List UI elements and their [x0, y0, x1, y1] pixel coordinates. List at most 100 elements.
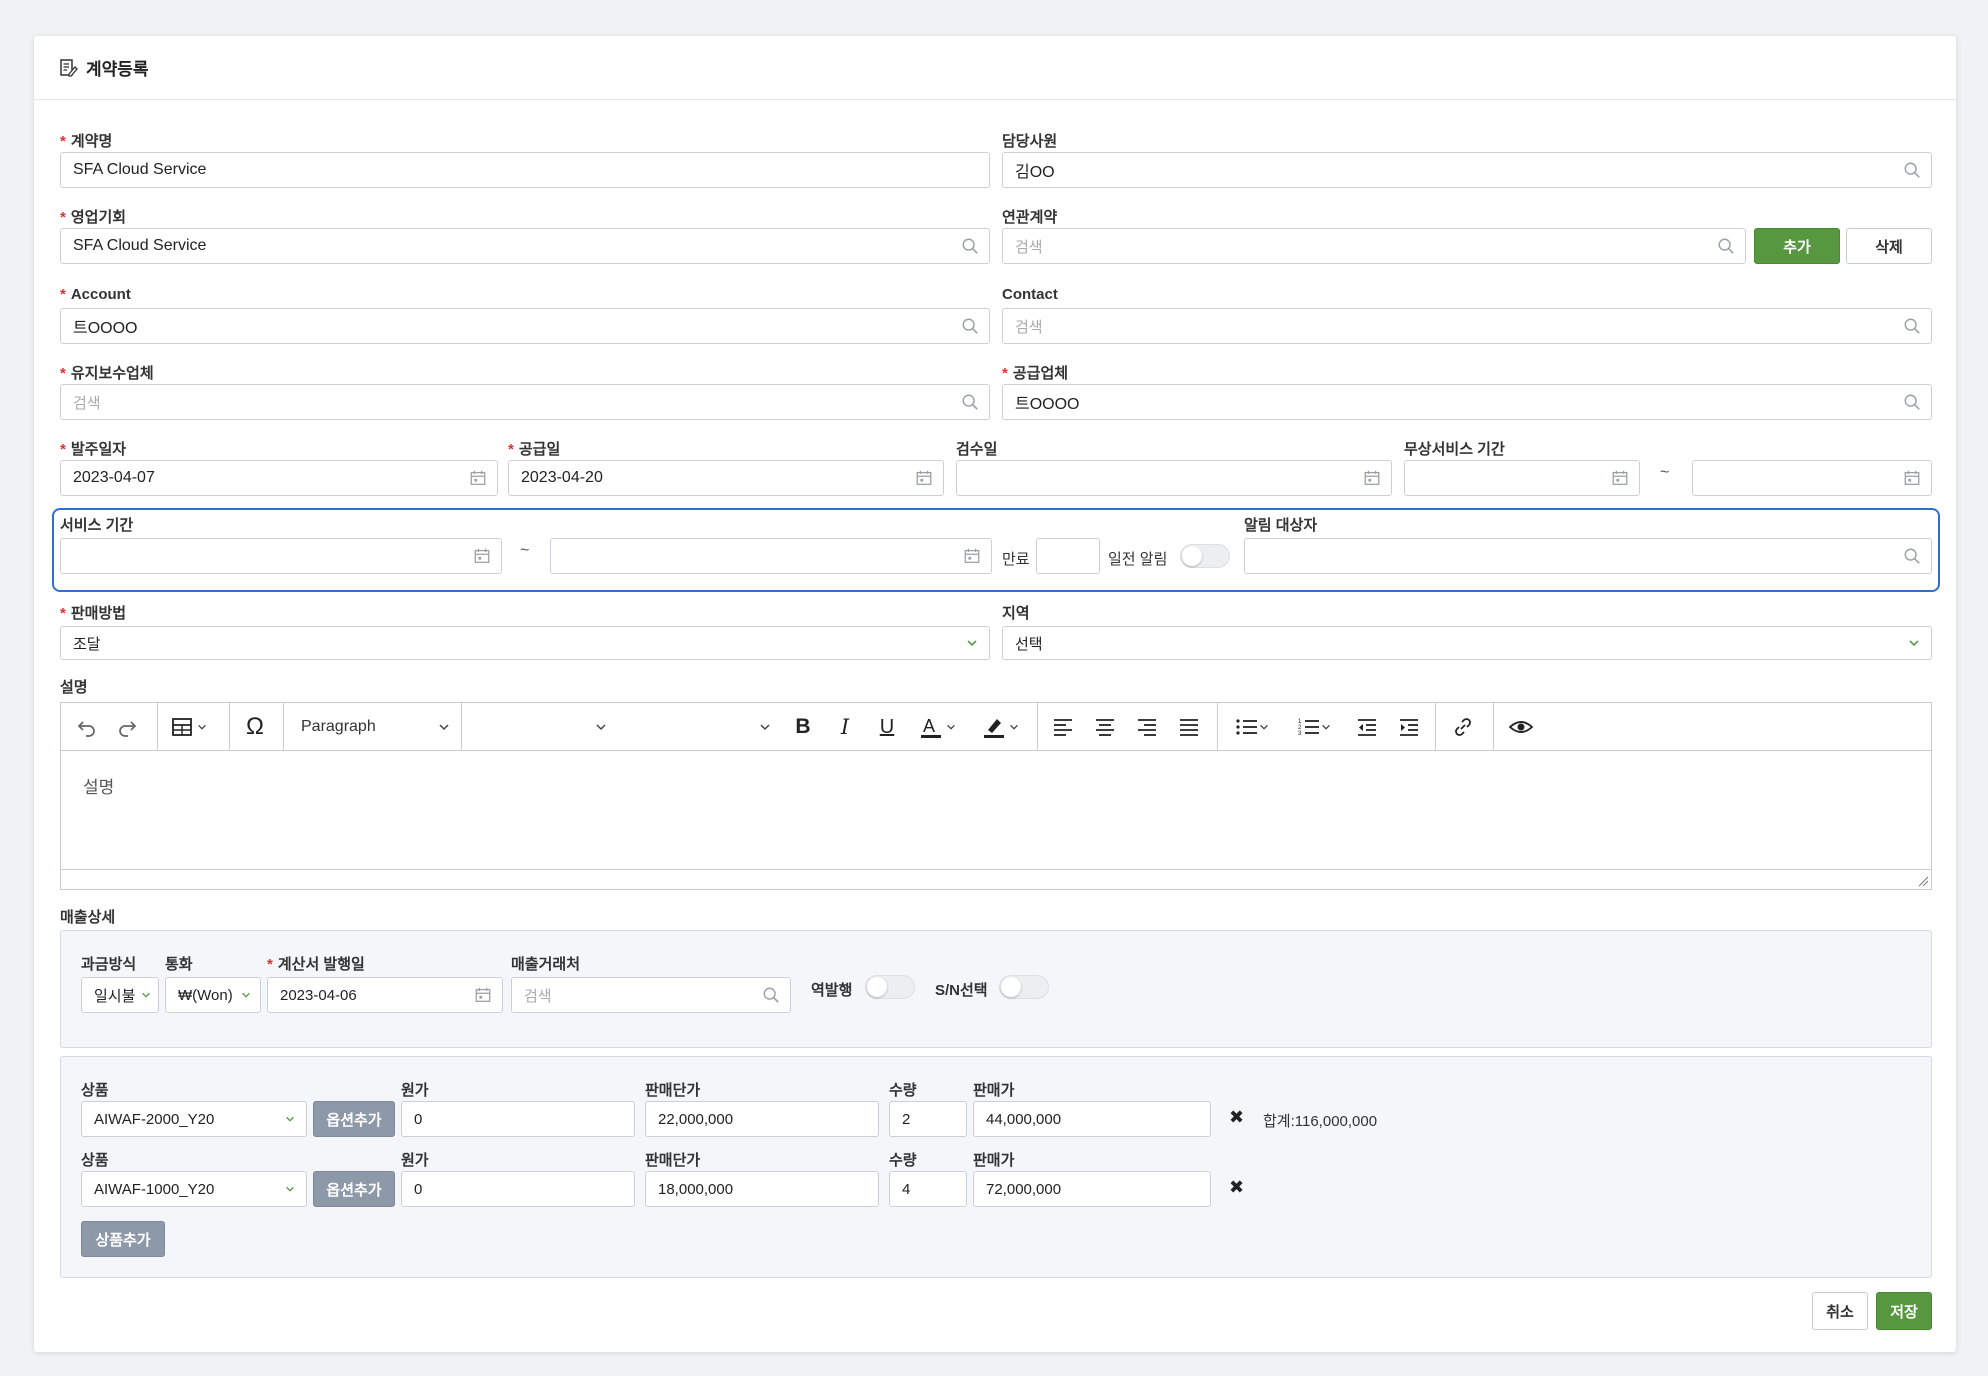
product-select[interactable]: AIWAF-2000_Y20 — [81, 1101, 307, 1137]
billing-select[interactable]: 일시불 — [81, 977, 159, 1013]
calendar-icon[interactable] — [1903, 469, 1921, 487]
search-icon[interactable] — [961, 317, 979, 335]
alert-target-label: 알림 대상자 — [1244, 517, 1318, 534]
sale-price-input[interactable]: 72,000,000 — [973, 1171, 1211, 1207]
align-center-icon[interactable] — [1087, 703, 1123, 751]
link-icon[interactable] — [1443, 703, 1483, 751]
cancel-button[interactable]: 취소 — [1812, 1292, 1868, 1330]
product-select[interactable]: AIWAF-1000_Y20 — [81, 1171, 307, 1207]
related-contract-input[interactable]: 검색 — [1002, 228, 1746, 264]
unit-price-input[interactable]: 18,000,000 — [645, 1171, 879, 1207]
account-input[interactable]: 트OOOO — [60, 308, 990, 344]
search-icon[interactable] — [1903, 161, 1921, 179]
rich-text-editor[interactable]: Ω Paragraph B I U A 123 설명 — [60, 702, 1932, 890]
inspection-date-input[interactable] — [956, 460, 1392, 496]
supplier-input[interactable]: 트OOOO — [1002, 384, 1932, 420]
align-justify-icon[interactable] — [1171, 703, 1207, 751]
chevron-down-icon — [140, 989, 152, 1001]
expire-days-input[interactable] — [1036, 538, 1100, 574]
add-product-button[interactable]: 상품추가 — [81, 1221, 165, 1257]
search-icon[interactable] — [762, 986, 780, 1004]
redo-icon[interactable] — [111, 703, 143, 751]
order-date-label: * 발주일자 — [60, 441, 127, 458]
calendar-icon[interactable] — [473, 547, 491, 565]
unit-price-input[interactable]: 22,000,000 — [645, 1101, 879, 1137]
form-header: 계약등록 — [34, 36, 1956, 100]
remove-product-icon[interactable]: ✖ — [1229, 1177, 1244, 1198]
table-icon[interactable] — [165, 703, 215, 751]
calendar-icon[interactable] — [469, 469, 487, 487]
add-option-button[interactable]: 옵션추가 — [313, 1171, 395, 1207]
add-option-button[interactable]: 옵션추가 — [313, 1101, 395, 1137]
numbered-list-icon[interactable]: 123 — [1287, 703, 1343, 751]
sales-method-label: * 판매방법 — [60, 605, 127, 622]
calendar-icon[interactable] — [915, 469, 933, 487]
maintenance-input[interactable]: 검색 — [60, 384, 990, 420]
sn-select-toggle[interactable] — [999, 975, 1049, 999]
editor-content[interactable]: 설명 — [61, 751, 1931, 869]
service-start-input[interactable] — [60, 538, 502, 574]
bullet-list-icon[interactable] — [1225, 703, 1281, 751]
align-right-icon[interactable] — [1129, 703, 1165, 751]
cost-input[interactable]: 0 — [401, 1101, 635, 1137]
editor-toolbar: Ω Paragraph B I U A 123 — [61, 703, 1931, 751]
free-service-end-input[interactable] — [1692, 460, 1932, 496]
total-amount: 합계:116,000,000 — [1263, 1113, 1378, 1130]
indent-icon[interactable] — [1391, 703, 1427, 751]
save-button[interactable]: 저장 — [1876, 1292, 1932, 1330]
quantity-input[interactable]: 4 — [889, 1171, 967, 1207]
opportunity-input[interactable]: SFA Cloud Service — [60, 228, 990, 264]
cost-input[interactable]: 0 — [401, 1171, 635, 1207]
paragraph-select[interactable]: Paragraph — [291, 703, 461, 751]
font-family-select[interactable] — [591, 703, 611, 751]
search-icon[interactable] — [1903, 547, 1921, 565]
resize-handle-icon[interactable] — [1917, 875, 1929, 887]
sales-method-select[interactable]: 조달 — [60, 626, 990, 660]
reverse-issue-toggle[interactable] — [865, 975, 915, 999]
currency-select[interactable]: ₩(Won) — [165, 977, 261, 1013]
supply-date-input[interactable]: 2023-04-20 — [508, 460, 944, 496]
calendar-icon[interactable] — [963, 547, 981, 565]
align-left-icon[interactable] — [1045, 703, 1081, 751]
bold-icon[interactable]: B — [787, 703, 819, 751]
contact-input[interactable]: 검색 — [1002, 308, 1932, 344]
undo-icon[interactable] — [71, 703, 103, 751]
delete-related-button[interactable]: 삭제 — [1846, 228, 1932, 264]
contact-label: Contact — [1002, 286, 1058, 303]
currency-label: 통화 — [165, 956, 193, 973]
contract-form-card: 계약등록 * 계약명 SFA Cloud Service 담당사원 김OO * 영업… — [34, 36, 1956, 1352]
font-size-select[interactable] — [755, 703, 775, 751]
add-related-button[interactable]: 추가 — [1754, 228, 1840, 264]
alert-target-input[interactable] — [1244, 538, 1932, 574]
special-char-icon[interactable]: Ω — [237, 703, 273, 751]
free-service-start-input[interactable] — [1404, 460, 1640, 496]
quantity-input[interactable]: 2 — [889, 1101, 967, 1137]
search-icon[interactable] — [1903, 317, 1921, 335]
employee-input[interactable]: 김OO — [1002, 152, 1932, 188]
notice-toggle[interactable] — [1180, 544, 1230, 568]
calendar-icon[interactable] — [474, 986, 492, 1004]
italic-icon[interactable]: I — [829, 703, 861, 751]
invoice-date-input[interactable]: 2023-04-06 — [267, 977, 503, 1013]
search-icon[interactable] — [961, 237, 979, 255]
preview-eye-icon[interactable] — [1501, 703, 1541, 751]
contract-name-input[interactable]: SFA Cloud Service — [60, 152, 990, 188]
unit-price-label: 판매단가 — [645, 1152, 701, 1169]
highlight-color-icon[interactable] — [973, 703, 1029, 751]
region-select[interactable]: 선택 — [1002, 626, 1932, 660]
description-label: 설명 — [60, 679, 88, 696]
search-icon[interactable] — [961, 393, 979, 411]
sales-client-input[interactable]: 검색 — [511, 977, 791, 1013]
sale-price-input[interactable]: 44,000,000 — [973, 1101, 1211, 1137]
service-end-input[interactable] — [550, 538, 992, 574]
order-date-input[interactable]: 2023-04-07 — [60, 460, 498, 496]
outdent-icon[interactable] — [1349, 703, 1385, 751]
svg-text:3: 3 — [1298, 731, 1302, 736]
search-icon[interactable] — [1717, 237, 1735, 255]
calendar-icon[interactable] — [1363, 469, 1381, 487]
calendar-icon[interactable] — [1611, 469, 1629, 487]
underline-icon[interactable]: U — [871, 703, 903, 751]
font-color-icon[interactable]: A — [911, 703, 965, 751]
remove-product-icon[interactable]: ✖ — [1229, 1107, 1244, 1128]
search-icon[interactable] — [1903, 393, 1921, 411]
